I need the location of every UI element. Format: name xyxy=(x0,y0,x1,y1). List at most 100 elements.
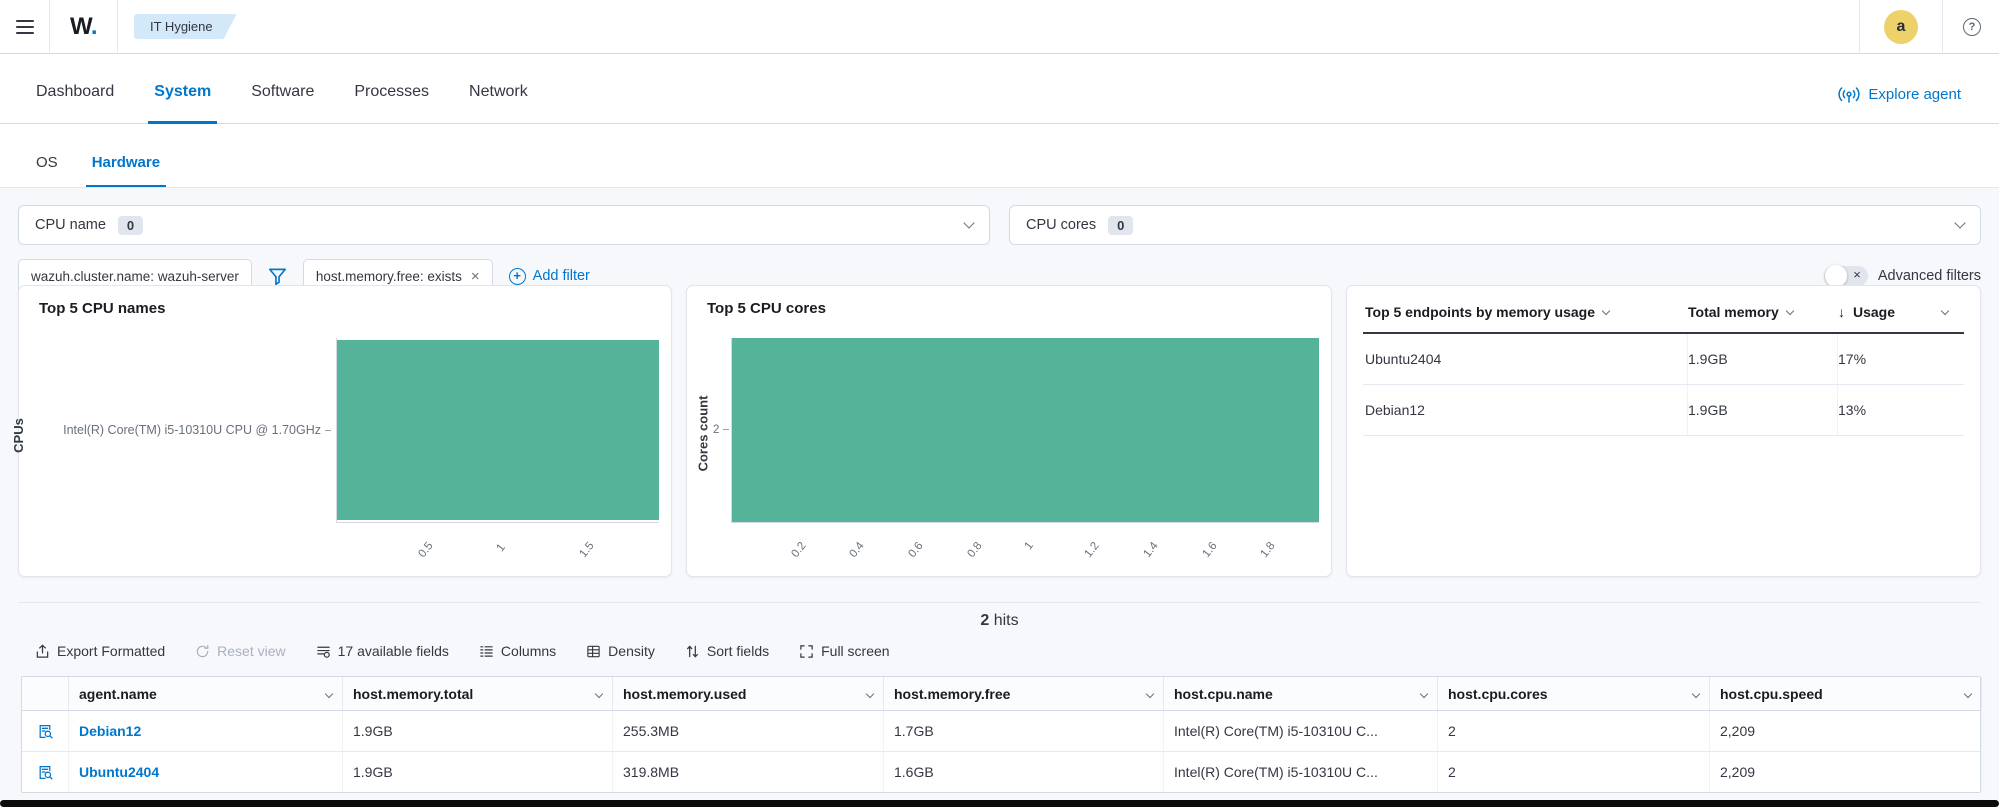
cell-cpu-name: Intel(R) Core(TM) i5-10310U C... xyxy=(1164,752,1438,792)
tab-dashboard[interactable]: Dashboard xyxy=(16,83,134,123)
advanced-filters-label: Advanced filters xyxy=(1877,268,1981,284)
tab-processes[interactable]: Processes xyxy=(334,83,449,123)
content-area: CPU name 0 CPU cores 0 wazuh.cluster.nam… xyxy=(0,188,1999,800)
cpu-cores-title: Top 5 CPU cores xyxy=(707,300,826,317)
agent-link[interactable]: Debian12 xyxy=(79,723,141,739)
columns-icon xyxy=(480,645,493,657)
avatar[interactable]: a xyxy=(1884,9,1918,44)
filter-funnel-icon[interactable] xyxy=(268,267,287,286)
cpu-cores-facet-count: 0 xyxy=(1108,215,1134,235)
cell-memory-free: 1.6GB xyxy=(884,752,1164,792)
cell-memory-free: 1.7GB xyxy=(884,711,1164,751)
col-cpu-name[interactable]: host.cpu.name xyxy=(1164,677,1438,710)
sort-fields-button[interactable]: Sort fields xyxy=(685,643,769,659)
subtab-os[interactable]: OS xyxy=(22,154,72,187)
col-cpu-speed[interactable]: host.cpu.speed xyxy=(1710,677,1982,710)
header-total-memory[interactable]: Total memory xyxy=(1688,304,1838,320)
plus-circle-icon: + xyxy=(508,267,526,285)
y-tick: 2 xyxy=(713,424,730,436)
tab-software[interactable]: Software xyxy=(231,83,334,123)
chevron-down-icon xyxy=(594,689,604,698)
help-icon[interactable]: ? xyxy=(1963,17,1981,36)
logo-text: W xyxy=(70,12,91,40)
chevron-down-icon xyxy=(1691,689,1701,698)
x-tick: 1.2 xyxy=(1082,540,1102,560)
cell-cpu-speed: 2,209 xyxy=(1710,752,1982,792)
chevron-down-icon xyxy=(1145,689,1155,698)
export-formatted-button[interactable]: Export Formatted xyxy=(35,643,165,659)
inspect-row-button[interactable] xyxy=(22,752,69,792)
section-divider xyxy=(18,602,1981,603)
density-icon xyxy=(587,645,600,657)
inspect-row-button[interactable] xyxy=(22,711,69,751)
cpu-names-panel: Top 5 CPU names CPUs Intel(R) Core(TM) i… xyxy=(11,285,672,577)
results-grid: agent.name host.memory.total host.memory… xyxy=(21,676,1982,793)
cpu-names-plot: 0.5 1 1.5 xyxy=(336,338,659,560)
table-row: Debian12 1.9GB 13% xyxy=(1363,385,1964,436)
x-tick: 1 xyxy=(1022,539,1036,553)
cpu-cores-facet[interactable]: CPU cores 0 xyxy=(1009,205,1981,245)
memory-usage-table: Top 5 endpoints by memory usage Total me… xyxy=(1363,304,1964,436)
tick-mark xyxy=(723,429,730,431)
divider xyxy=(1942,0,1943,54)
endpoint-name: Debian12 xyxy=(1363,385,1688,435)
chevron-down-icon xyxy=(865,689,875,698)
x-tick: 1.4 xyxy=(1141,540,1161,560)
reset-view-button[interactable]: Reset view xyxy=(195,643,286,659)
col-agent-name[interactable]: agent.name xyxy=(69,677,343,710)
add-filter-label: Add filter xyxy=(532,268,590,284)
col-cpu-cores[interactable]: host.cpu.cores xyxy=(1438,677,1710,710)
col-memory-total[interactable]: host.memory.total xyxy=(343,677,613,710)
cell-cpu-cores: 2 xyxy=(1438,711,1710,751)
columns-button[interactable]: Columns xyxy=(479,643,556,659)
hits-count: 2 hits xyxy=(980,612,1019,629)
cpu-names-bar[interactable] xyxy=(337,340,659,520)
total-memory-value: 1.9GB xyxy=(1688,334,1838,384)
sort-desc-icon: ↓ xyxy=(1838,304,1845,320)
x-tick: 1.5 xyxy=(576,540,597,560)
chevron-down-icon xyxy=(1785,306,1795,315)
cell-memory-total: 1.9GB xyxy=(343,711,613,751)
explore-agent-button[interactable]: Explore agent xyxy=(1838,86,1983,123)
endpoint-name: Ubuntu2404 xyxy=(1363,334,1688,384)
full-screen-button[interactable]: Full screen xyxy=(799,643,890,659)
filter-pill-label: host.memory.free: exists xyxy=(315,268,462,284)
x-tick: 1 xyxy=(494,541,508,555)
pinned-filter-label: wazuh.cluster.name: wazuh-server xyxy=(31,268,239,284)
agent-link[interactable]: Ubuntu2404 xyxy=(79,764,159,780)
toggle-off-icon: × xyxy=(1853,267,1861,282)
chevron-down-icon xyxy=(1954,217,1966,229)
x-tick: 1.8 xyxy=(1258,540,1278,560)
remove-filter-icon[interactable]: × xyxy=(471,268,480,285)
tab-network[interactable]: Network xyxy=(449,83,548,123)
x-tick: 0.6 xyxy=(906,540,926,560)
x-tick: 0.2 xyxy=(789,540,809,560)
cpu-names-title: Top 5 CPU names xyxy=(39,300,166,317)
available-fields-button[interactable]: 17 available fields xyxy=(316,643,449,659)
col-memory-used[interactable]: host.memory.used xyxy=(613,677,884,710)
menu-icon[interactable] xyxy=(0,0,50,54)
cpu-cores-bar[interactable] xyxy=(732,338,1319,522)
cpu-name-facet-label: CPU name xyxy=(35,217,106,233)
cell-memory-used: 319.8MB xyxy=(613,752,884,792)
tick-mark xyxy=(325,430,331,432)
advanced-filters-toggle[interactable]: × xyxy=(1823,265,1868,287)
tab-system[interactable]: System xyxy=(134,83,231,124)
cell-cpu-cores: 2 xyxy=(1438,752,1710,792)
divider xyxy=(1859,0,1860,54)
grid-row: Debian12 1.9GB 255.3MB 1.7GB Intel(R) Co… xyxy=(22,711,1982,752)
add-filter-button[interactable]: + Add filter xyxy=(508,267,590,285)
density-button[interactable]: Density xyxy=(586,643,655,659)
header-usage[interactable]: ↓ Usage xyxy=(1838,304,1950,320)
toggle-knob xyxy=(1824,265,1847,287)
chevron-down-icon xyxy=(1963,689,1973,698)
header-endpoints[interactable]: Top 5 endpoints by memory usage xyxy=(1363,304,1688,320)
wazuh-logo[interactable]: W. xyxy=(50,0,118,54)
subtab-hardware[interactable]: Hardware xyxy=(78,154,174,187)
cpu-name-facet[interactable]: CPU name 0 xyxy=(18,205,990,245)
fullscreen-icon xyxy=(800,644,813,658)
x-tick: 1.6 xyxy=(1199,540,1220,560)
breadcrumb-badge[interactable]: IT Hygiene xyxy=(134,14,237,39)
col-memory-free[interactable]: host.memory.free xyxy=(884,677,1164,710)
explore-agent-label: Explore agent xyxy=(1868,86,1961,103)
